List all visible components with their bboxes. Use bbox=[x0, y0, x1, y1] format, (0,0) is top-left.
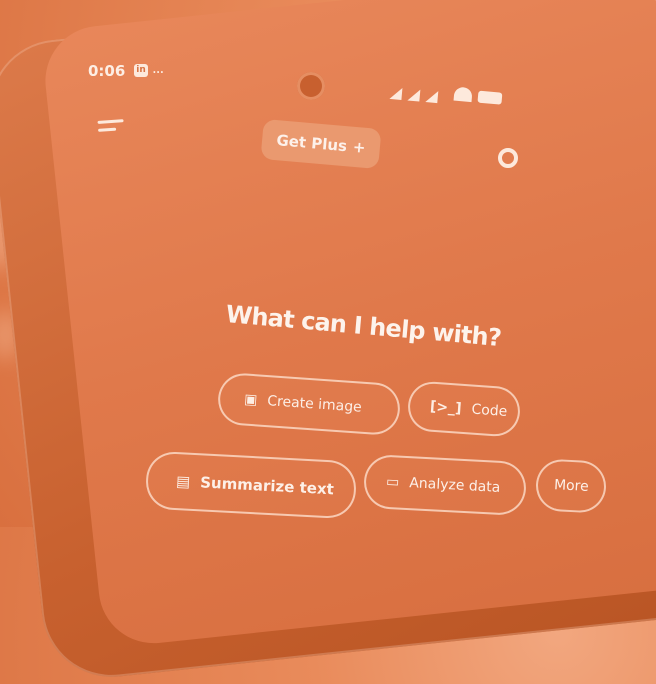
chip-label: Summarize text bbox=[199, 473, 335, 499]
chip-label: More bbox=[553, 477, 590, 495]
plus-icon: + bbox=[352, 137, 367, 157]
signal-icon bbox=[425, 90, 439, 104]
image-icon: ▣ bbox=[243, 391, 258, 409]
analyze-data-button[interactable]: ▭ Analyze data bbox=[362, 453, 528, 517]
menu-icon[interactable] bbox=[97, 119, 124, 137]
signal-icon bbox=[407, 88, 421, 102]
status-time: 0:06 bbox=[88, 62, 126, 80]
front-camera bbox=[297, 72, 325, 100]
chip-label: Create image bbox=[266, 393, 363, 416]
code-button[interactable]: [>_] Code bbox=[406, 380, 522, 438]
settings-icon[interactable] bbox=[498, 148, 518, 168]
linkedin-icon: in bbox=[134, 64, 148, 77]
get-plus-label: Get Plus bbox=[275, 131, 348, 156]
wifi-icon bbox=[453, 86, 473, 103]
more-button[interactable]: More bbox=[534, 458, 608, 514]
summarize-text-button[interactable]: ▤ Summarize text bbox=[144, 450, 358, 520]
chip-label: Code bbox=[470, 401, 508, 421]
code-icon: [>_] bbox=[429, 398, 463, 417]
document-icon: ▤ bbox=[175, 472, 191, 491]
battery-icon bbox=[477, 90, 503, 105]
bar-chart-icon: ▭ bbox=[385, 473, 400, 491]
signal-icon bbox=[389, 86, 403, 100]
more-notifications-icon: ... bbox=[152, 59, 164, 77]
chip-label: Analyze data bbox=[408, 475, 501, 496]
